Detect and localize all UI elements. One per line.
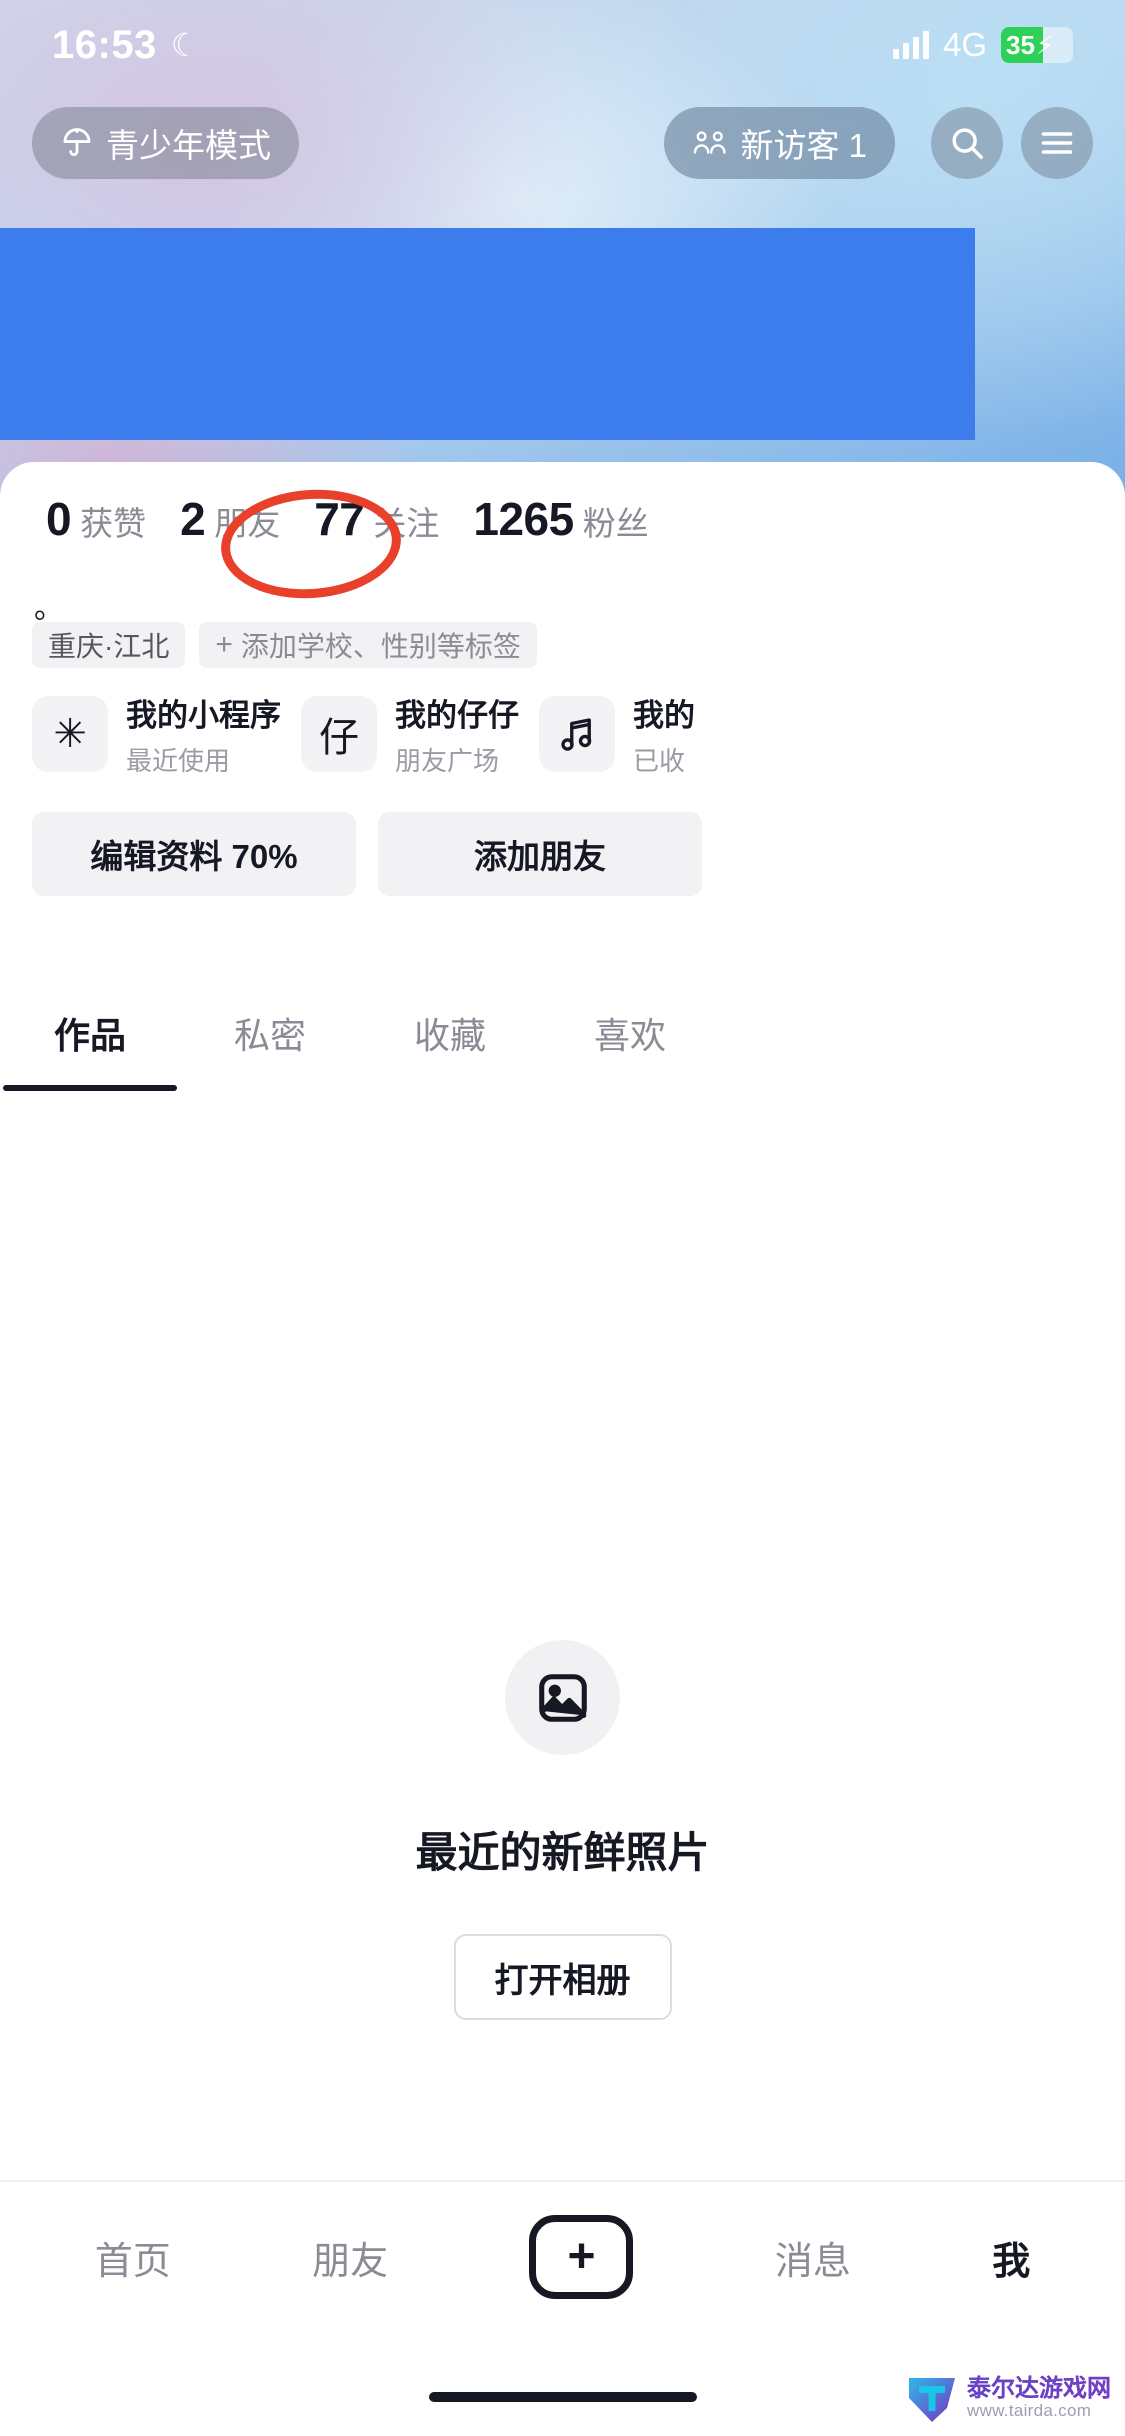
profile-stats-row: 0 获赞 2 朋友 77 关注 1265 粉丝 bbox=[46, 492, 683, 546]
battery-indicator: 35 ⚡ bbox=[1001, 27, 1073, 63]
stat-value: 0 bbox=[46, 493, 72, 545]
add-friend-button[interactable]: 添加朋友 bbox=[378, 812, 702, 896]
watermark-url: www.tairda.com bbox=[967, 2400, 1092, 2420]
card-my-mini-program[interactable]: ✳ 我的小程序 最近使用 bbox=[32, 690, 281, 778]
hamburger-menu-icon bbox=[1039, 129, 1075, 157]
nav-messages[interactable]: 消息 bbox=[775, 2230, 851, 2285]
zaizai-icon: 仔 bbox=[301, 696, 377, 772]
empty-state: 最近的新鲜照片 打开相册 bbox=[0, 1640, 1125, 2020]
teen-mode-label: 青少年模式 bbox=[106, 126, 271, 164]
nav-home[interactable]: 首页 bbox=[95, 2230, 171, 2285]
plus-icon: + bbox=[215, 628, 233, 661]
stat-label: 关注 bbox=[373, 505, 440, 542]
stat-friends[interactable]: 2 朋友 bbox=[180, 492, 280, 546]
zaizai-glyph: 仔 bbox=[319, 716, 359, 760]
teen-mode-button[interactable]: 青少年模式 bbox=[32, 106, 299, 179]
profile-bio[interactable]: 。 bbox=[34, 583, 64, 627]
card-text: 我的小程序 最近使用 bbox=[126, 690, 281, 778]
cellular-signal-icon bbox=[892, 31, 929, 59]
battery-percent-label: 35 bbox=[1006, 29, 1035, 60]
plus-glyph: + bbox=[567, 2230, 596, 2283]
header-action-row: 青少年模式 新访客 1 bbox=[0, 95, 1125, 190]
edit-profile-button[interactable]: 编辑资料 70% bbox=[32, 812, 356, 896]
create-post-icon[interactable]: + bbox=[529, 2215, 634, 2299]
nav-me[interactable]: 我 bbox=[992, 2230, 1030, 2285]
stat-following[interactable]: 77 关注 bbox=[314, 492, 439, 546]
search-button[interactable] bbox=[931, 106, 1003, 179]
tab-private[interactable]: 私密 bbox=[180, 1007, 360, 1059]
new-visitors-button[interactable]: 新访客 1 bbox=[664, 106, 895, 179]
music-note-icon bbox=[539, 696, 615, 772]
empty-state-title: 最近的新鲜照片 bbox=[415, 1829, 710, 1876]
status-time: 16:53 bbox=[52, 22, 157, 67]
stat-label: 朋友 bbox=[214, 505, 281, 542]
profile-tags-row: 重庆·江北 + 添加学校、性别等标签 bbox=[32, 622, 537, 668]
watermark-text: 泰尔达游戏网 www.tairda.com bbox=[967, 2376, 1111, 2419]
stat-value: 1265 bbox=[473, 493, 574, 545]
image-placeholder-icon bbox=[505, 1640, 620, 1755]
card-my-music[interactable]: 我的 已收 bbox=[539, 690, 695, 778]
open-album-button[interactable]: 打开相册 bbox=[453, 1934, 672, 2020]
tab-works[interactable]: 作品 bbox=[0, 1007, 180, 1059]
status-bar-right: 4G 35 ⚡ bbox=[892, 26, 1073, 64]
card-title: 我的 bbox=[633, 698, 695, 733]
network-type-label: 4G bbox=[942, 26, 987, 63]
card-title: 我的小程序 bbox=[126, 698, 281, 733]
redaction-block bbox=[0, 228, 975, 440]
menu-button[interactable] bbox=[1021, 106, 1093, 179]
umbrella-icon bbox=[60, 126, 94, 160]
stat-likes[interactable]: 0 获赞 bbox=[46, 492, 146, 546]
home-indicator bbox=[428, 2392, 697, 2402]
status-bar-left: 16:53 ☾ bbox=[52, 23, 200, 68]
bottom-nav-items: 首页 朋友 + 消息 我 bbox=[0, 2182, 1125, 2332]
mini-program-glyph: ✳ bbox=[53, 712, 87, 756]
stat-label: 粉丝 bbox=[582, 505, 649, 542]
stat-value: 77 bbox=[314, 493, 365, 545]
watermark-site-name: 泰尔达游戏网 bbox=[967, 2375, 1111, 2403]
card-my-zaizai[interactable]: 仔 我的仔仔 朋友广场 bbox=[301, 690, 519, 778]
profile-action-buttons: 编辑资料 70% 添加朋友 bbox=[32, 812, 702, 896]
stat-value: 2 bbox=[180, 493, 206, 545]
people-icon bbox=[692, 128, 728, 158]
location-tag-label: 重庆·江北 bbox=[48, 631, 170, 662]
stat-followers[interactable]: 1265 粉丝 bbox=[473, 492, 648, 546]
status-bar: 16:53 ☾ 4G 35 ⚡ bbox=[0, 0, 1125, 90]
card-subtitle: 朋友广场 bbox=[395, 746, 500, 776]
content-tabs: 作品 私密 收藏 喜欢 bbox=[0, 985, 1125, 1081]
location-tag[interactable]: 重庆·江北 bbox=[32, 622, 186, 668]
card-title: 我的仔仔 bbox=[395, 698, 519, 733]
moon-icon: ☾ bbox=[170, 27, 200, 63]
lightning-bolt-icon: ⚡ bbox=[1035, 29, 1055, 60]
stat-label: 获赞 bbox=[80, 505, 147, 542]
card-subtitle: 已收 bbox=[633, 746, 686, 776]
card-text: 我的仔仔 朋友广场 bbox=[395, 690, 519, 778]
add-tag-label: 添加学校、性别等标签 bbox=[240, 631, 521, 662]
search-icon bbox=[948, 124, 986, 162]
watermark-logo-icon bbox=[905, 2372, 959, 2424]
site-watermark: 泰尔达游戏网 www.tairda.com bbox=[905, 2372, 1111, 2424]
add-tag-button[interactable]: + 添加学校、性别等标签 bbox=[199, 622, 537, 668]
tab-liked[interactable]: 喜欢 bbox=[540, 1007, 720, 1059]
new-visitors-label: 新访客 1 bbox=[740, 126, 867, 164]
nav-friends[interactable]: 朋友 bbox=[312, 2230, 388, 2285]
mini-app-cards-row: ✳ 我的小程序 最近使用 仔 我的仔仔 朋友广场 我的 已收 bbox=[32, 690, 1125, 778]
mini-program-icon: ✳ bbox=[32, 696, 108, 772]
card-text: 我的 已收 bbox=[633, 690, 695, 778]
tab-favorites[interactable]: 收藏 bbox=[360, 1007, 540, 1059]
card-subtitle: 最近使用 bbox=[126, 746, 231, 776]
